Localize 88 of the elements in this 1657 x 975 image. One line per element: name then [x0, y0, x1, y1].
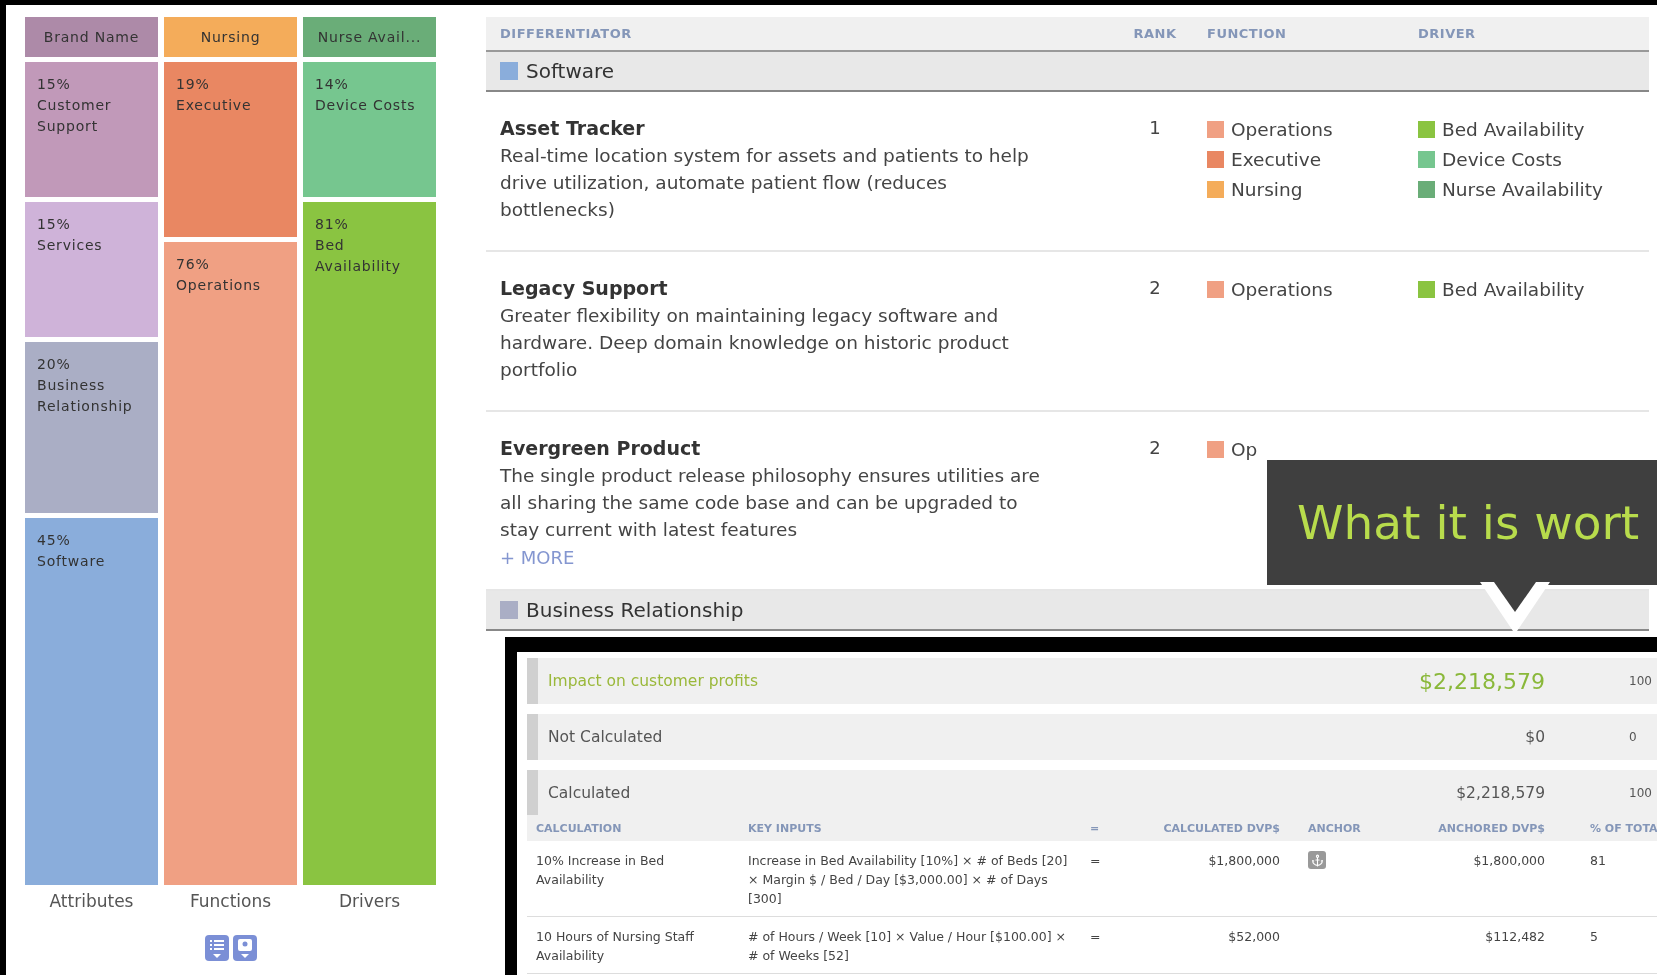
- treemap-block[interactable]: 76% Operations: [164, 241, 297, 885]
- column-header: KEY INPUTS: [748, 821, 823, 835]
- list-view-icon[interactable]: [204, 935, 229, 961]
- differentiator-title: Evergreen Product: [500, 436, 702, 461]
- driver-label: Bed Availability: [1442, 118, 1585, 140]
- differentiator-description: The single product release philosophy ensures utilities are all sharing the same code base and can be upgraded to stay current with latest features: [500, 464, 1041, 542]
- function-label: Operations: [1231, 118, 1333, 140]
- column-header: ANCHORED DVP$: [1437, 821, 1545, 835]
- treemap-block[interactable]: Brand Name: [25, 17, 158, 57]
- function-label: Executive: [1231, 148, 1322, 170]
- treemap-block[interactable]: 45% Software: [25, 517, 158, 885]
- treemap-block[interactable]: 15% Services: [25, 201, 158, 337]
- calculation-cell-text: 10% Increase in Bed Availability: [536, 852, 666, 889]
- card-view-icon[interactable]: [232, 935, 257, 961]
- block-label: Bed Availability: [315, 235, 402, 276]
- block-label: Nurse Avail...: [317, 27, 422, 47]
- block-label: Executive: [176, 96, 253, 115]
- group-header[interactable]: Business Relationship: [486, 591, 1649, 631]
- treemap-block[interactable]: Nursing: [164, 17, 297, 57]
- group-header[interactable]: Software: [486, 52, 1649, 92]
- percent-value: 5: [1589, 928, 1599, 946]
- key-inputs-cell-text: # of Hours / Week [10] × Value / Hour [$100.00] × # of Weeks [52]: [748, 928, 1067, 965]
- column-header: CALCULATED DVP$: [1162, 821, 1280, 835]
- calculated-value: $1,800,000: [1207, 852, 1280, 870]
- equals-sign: =: [1090, 928, 1102, 946]
- column-header: CALCULATION: [536, 821, 623, 835]
- callout-text: What it is wort: [1297, 495, 1640, 550]
- driver-label: Device Costs: [1442, 148, 1562, 170]
- summary-value: $2,218,579: [1456, 783, 1545, 802]
- block-label: Device Costs: [315, 96, 417, 115]
- driver-label: Bed Availability: [1442, 278, 1585, 300]
- treemap-block[interactable]: 19% Executive: [164, 62, 297, 237]
- treemap-block[interactable]: 14% Device Costs: [303, 62, 436, 197]
- block-percent: 76%: [176, 254, 211, 274]
- rank-value: 2: [1148, 276, 1162, 300]
- anchored-value: $112,482: [1484, 928, 1545, 946]
- block-label: Customer Support: [37, 96, 113, 136]
- rank-value: 2: [1148, 436, 1162, 460]
- block-label: Brand Name: [43, 27, 140, 47]
- rank-value: 1: [1148, 116, 1162, 140]
- column-header: =: [1090, 821, 1101, 835]
- calculated-value: $52,000: [1227, 928, 1280, 946]
- function-label: Operations: [1231, 278, 1333, 300]
- column-header: % OF TOTA: [1589, 821, 1657, 835]
- summary-percent: 100: [1629, 674, 1653, 688]
- treemap-block[interactable]: Nurse Avail...: [303, 17, 436, 57]
- differentiator-description: Greater flexibility on maintaining legacy software and hardware. Deep domain knowledge on historic product portfolio: [500, 304, 1010, 382]
- column-label: Functions: [188, 891, 273, 911]
- differentiator-title: Asset Tracker: [500, 116, 646, 141]
- percent-value: 81: [1589, 852, 1607, 870]
- block-percent: 15%: [37, 214, 72, 234]
- summary-value: $2,218,579: [1419, 668, 1545, 694]
- treemap-block[interactable]: 81% Bed Availability: [303, 201, 436, 885]
- block-label: Business Relationship: [37, 375, 134, 416]
- block-label: Nursing: [200, 27, 261, 47]
- summary-percent: 100: [1629, 785, 1653, 800]
- driver-label: Nurse Availability: [1442, 178, 1603, 200]
- function-label: Op: [1231, 438, 1258, 460]
- block-percent: 15%: [37, 75, 72, 94]
- column-label: Drivers: [337, 891, 402, 911]
- block-label: Software: [37, 551, 107, 571]
- treemap-block[interactable]: 20% Business Relationship: [25, 341, 158, 513]
- more-link[interactable]: + MORE: [500, 543, 575, 573]
- differentiator-title: Legacy Support: [500, 276, 669, 301]
- group-name: Business Relationship: [526, 598, 744, 622]
- summary-label: Impact on customer profits: [548, 672, 759, 690]
- summary-percent: 0: [1629, 730, 1638, 744]
- block-percent: 81%: [315, 214, 350, 234]
- block-label: Services: [37, 235, 104, 255]
- calculation-cell-text: 10 Hours of Nursing Staff Availability: [536, 928, 695, 965]
- key-inputs-cell-text: Increase in Bed Availability [10%] × # of Beds [20] × Margin $ / Bed / Day [$3,000.00] × # of Days [300]: [748, 852, 1069, 908]
- group-name: Software: [526, 59, 615, 83]
- anchored-value: $1,800,000: [1472, 852, 1545, 870]
- block-label: Operations: [176, 275, 262, 295]
- treemap-block[interactable]: 15% Customer Support: [25, 62, 158, 197]
- block-percent: 20%: [37, 354, 72, 374]
- summary-value: $0: [1525, 728, 1545, 746]
- column-label: Attributes: [48, 891, 135, 911]
- function-label: Nursing: [1231, 178, 1303, 200]
- differentiator-description: Real-time location system for assets and patients to help drive utilization, automate patient flow (reduces bottlenecks): [500, 144, 1030, 222]
- column-header: ANCHOR: [1307, 821, 1362, 835]
- summary-label: Calculated: [548, 783, 632, 802]
- block-percent: 45%: [37, 530, 72, 550]
- equals-sign: =: [1090, 852, 1102, 870]
- anchor-icon[interactable]: [1308, 851, 1326, 869]
- block-percent: 19%: [176, 75, 211, 94]
- block-percent: 14%: [315, 75, 350, 94]
- summary-label: Not Calculated: [548, 728, 664, 746]
